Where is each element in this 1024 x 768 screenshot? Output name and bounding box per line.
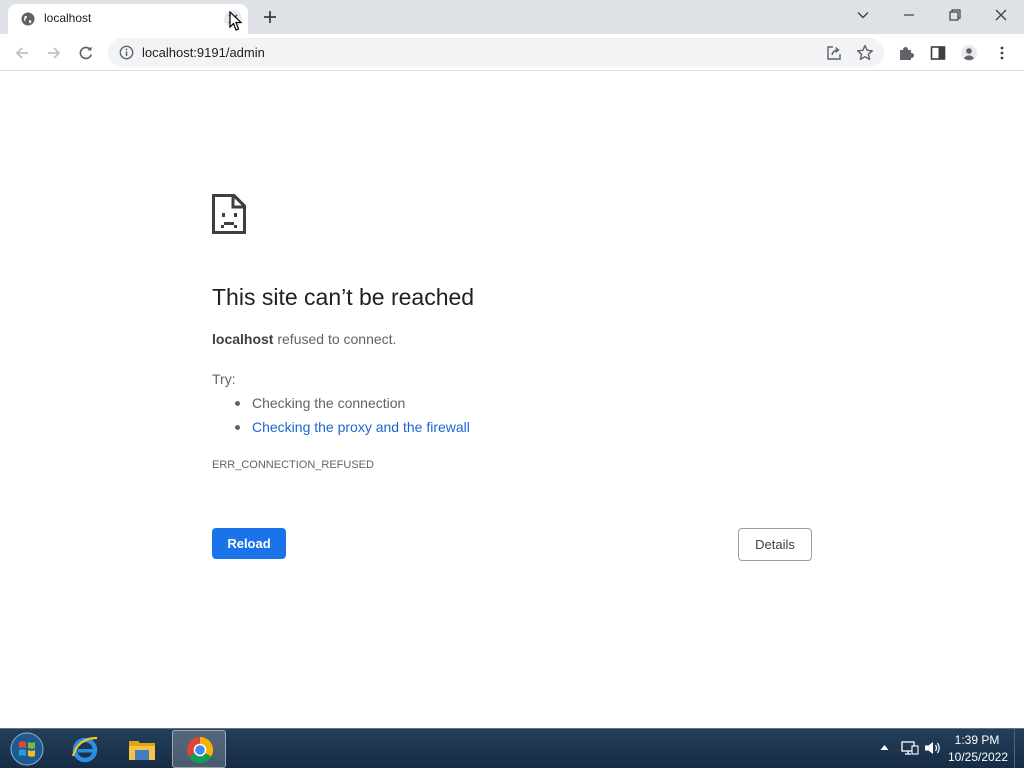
url-text[interactable]: localhost:9191/admin xyxy=(142,45,265,60)
restore-icon xyxy=(949,9,961,21)
kebab-menu-icon xyxy=(1000,46,1004,60)
tab-search-button[interactable] xyxy=(840,0,886,32)
tab-title: localhost xyxy=(44,11,92,25)
taskbar-file-explorer[interactable] xyxy=(115,730,169,768)
start-button[interactable] xyxy=(8,731,46,767)
profile-avatar-icon xyxy=(961,45,977,61)
suggestion-check-connection: Checking the connection xyxy=(235,395,470,419)
error-message: localhost refused to connect. xyxy=(212,331,396,347)
new-tab-button[interactable] xyxy=(258,6,282,28)
address-bar[interactable]: localhost:9191/admin xyxy=(108,38,884,67)
tray-overflow-icon[interactable] xyxy=(880,744,889,751)
internet-explorer-icon xyxy=(71,736,98,763)
error-code: ERR_CONNECTION_REFUSED xyxy=(212,459,374,471)
extensions-button[interactable] xyxy=(893,40,919,66)
arrow-right-icon xyxy=(48,47,61,59)
show-desktop-button[interactable] xyxy=(1014,729,1024,768)
close-window-button[interactable] xyxy=(978,0,1024,32)
profile-button[interactable] xyxy=(956,40,982,66)
mouse-cursor-icon xyxy=(229,11,243,31)
try-label: Try: xyxy=(212,371,236,387)
back-button[interactable] xyxy=(9,40,35,66)
reload-button[interactable] xyxy=(73,40,99,66)
side-panel-icon xyxy=(930,46,946,60)
puzzle-icon xyxy=(900,47,914,60)
suggestion-list: Checking the connection Checking the pro… xyxy=(235,395,470,443)
bookmark-star-icon[interactable] xyxy=(855,43,875,63)
start-orb-icon xyxy=(10,732,44,766)
clock-time[interactable]: 1:39 PM xyxy=(948,733,1006,747)
close-icon xyxy=(995,9,1007,21)
clock-date[interactable]: 10/25/2022 xyxy=(946,750,1010,764)
share-icon[interactable] xyxy=(824,43,844,63)
sad-document-icon xyxy=(212,194,246,234)
error-message-text: refused to connect. xyxy=(277,331,397,347)
minimize-button[interactable] xyxy=(886,0,932,32)
error-title: This site can’t be reached xyxy=(212,284,475,310)
menu-button[interactable] xyxy=(989,40,1015,66)
file-explorer-icon xyxy=(129,741,155,760)
arrow-left-icon xyxy=(15,47,28,59)
details-button[interactable]: Details xyxy=(738,528,812,561)
taskbar-internet-explorer[interactable] xyxy=(58,730,112,768)
info-icon[interactable] xyxy=(119,45,134,60)
suggestion-check-proxy-link[interactable]: Checking the proxy and the firewall xyxy=(235,419,470,443)
chrome-icon xyxy=(186,736,214,764)
globe-icon xyxy=(21,12,35,26)
network-icon[interactable] xyxy=(901,740,919,756)
minimize-icon xyxy=(904,14,914,16)
reload-icon xyxy=(79,46,93,60)
reload-page-button[interactable]: Reload xyxy=(212,528,286,559)
error-host: localhost xyxy=(212,331,274,347)
forward-button[interactable] xyxy=(41,40,67,66)
taskbar: 1:39 PM 10/25/2022 xyxy=(0,728,1024,768)
side-panel-button[interactable] xyxy=(925,40,951,66)
browser-toolbar: localhost:9191/admin xyxy=(0,34,1024,71)
restore-button[interactable] xyxy=(932,0,978,32)
tab-strip: localhost xyxy=(0,0,1024,34)
browser-tab[interactable]: localhost xyxy=(8,4,248,34)
volume-icon[interactable] xyxy=(924,740,942,756)
taskbar-chrome[interactable] xyxy=(172,730,226,768)
chevron-down-icon xyxy=(857,12,869,19)
